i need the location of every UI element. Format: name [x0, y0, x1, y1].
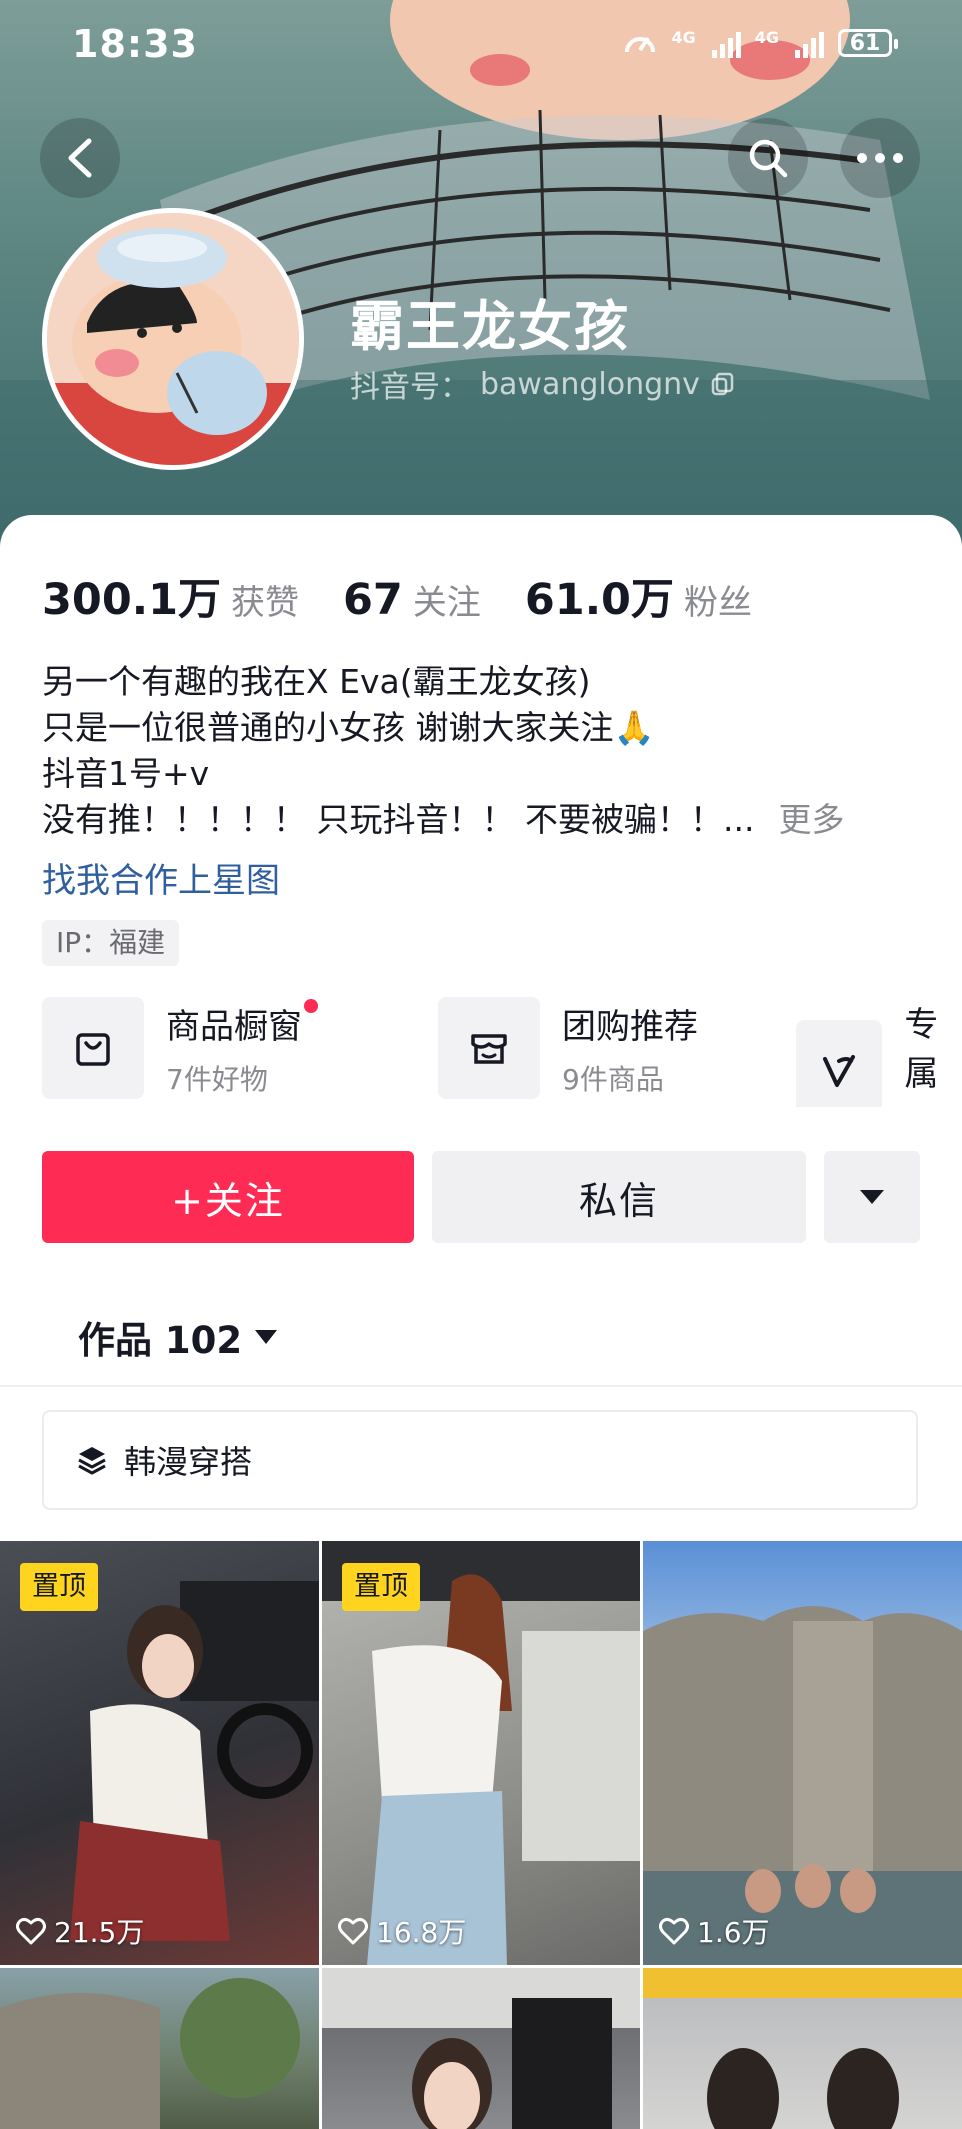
service-title: 专属: [904, 1005, 939, 1094]
douyin-id-label: 抖音号：: [350, 370, 470, 405]
service-exclusive[interactable]: 专属 抢先: [796, 997, 962, 1107]
network-type-1: 4G: [671, 28, 696, 47]
video-thumbnail: [0, 1978, 300, 2129]
service-icon-box: [796, 1020, 883, 1107]
bio-more-button[interactable]: 更多: [778, 800, 844, 839]
network-speed-icon: [625, 36, 656, 53]
layers-icon: [78, 1447, 106, 1475]
profile-card: 300.1万 获赞 67 关注 61.0万 粉丝 另一个有趣的我在X Eva(霸…: [0, 515, 962, 2129]
service-subtitle: 抢先: [904, 1105, 962, 1107]
copy-icon[interactable]: [710, 371, 736, 397]
more-options-button[interactable]: [840, 118, 920, 198]
video-tile[interactable]: [0, 1968, 319, 2129]
signal-icon-2: [795, 28, 824, 58]
video-likes: 16.8万: [338, 1911, 466, 1951]
following-count[interactable]: 67: [343, 575, 403, 625]
collection-entry[interactable]: 韩漫穿搭: [42, 1410, 918, 1510]
stats-row: 300.1万 获赞 67 关注 61.0万 粉丝: [42, 565, 796, 627]
video-grid: 置顶 21.5万 置顶 16.8万 1.6万: [0, 1541, 962, 2129]
avatar[interactable]: [42, 208, 304, 470]
status-time: 18:33: [72, 22, 198, 66]
service-subtitle: 7件好物: [166, 1062, 268, 1096]
ip-location-tag: IP：福建: [42, 920, 180, 966]
network-type-2: 4G: [754, 28, 779, 47]
heart-icon: [659, 1917, 689, 1945]
service-showcase[interactable]: 商品橱窗 7件好物: [42, 997, 318, 1099]
video-thumbnail: [322, 1968, 640, 2129]
service-title: 团购推荐: [562, 1006, 698, 1047]
tab-works[interactable]: 作品 102: [78, 1310, 278, 1364]
recommend-dropdown-button[interactable]: [824, 1151, 920, 1243]
more-horizontal-icon: [857, 153, 903, 163]
likes-count[interactable]: 300.1万: [42, 565, 221, 627]
video-tile[interactable]: [643, 1968, 962, 2129]
video-likes: 21.5万: [16, 1911, 144, 1951]
v-icon: [823, 1055, 856, 1087]
video-likes: 1.6万: [659, 1911, 770, 1951]
signal-icon: [711, 28, 741, 58]
battery-level: 61: [849, 30, 881, 56]
follow-button[interactable]: +关注: [42, 1151, 414, 1243]
pinned-badge: 置顶: [342, 1563, 420, 1611]
service-title: 商品橱窗: [166, 1006, 302, 1047]
status-icons: 4G 4G 61: [623, 28, 898, 58]
likes-count: 16.8万: [376, 1916, 467, 1949]
message-button[interactable]: 私信: [432, 1151, 806, 1243]
shop-icon: [471, 1034, 507, 1064]
collection-label: 韩漫穿搭: [124, 1443, 253, 1481]
battery-icon: 61: [838, 29, 898, 57]
bio-line-last: 没有推！！！！！ 只玩抖音！！ 不要被骗！！... 更多: [42, 797, 844, 843]
bio-line: 没有推！！！！！ 只玩抖音！！ 不要被骗！！...: [42, 800, 755, 839]
heart-icon: [338, 1917, 368, 1945]
service-icon-box: [42, 997, 144, 1099]
bio[interactable]: 另一个有趣的我在X Eva(霸王龙女孩) 只是一位很普通的小女孩 谢谢大家关注🙏…: [42, 659, 844, 843]
likes-count: 21.5万: [54, 1916, 145, 1949]
cooperation-link[interactable]: 找我合作上星图: [42, 853, 280, 902]
bio-line: 只是一位很普通的小女孩 谢谢大家关注🙏: [42, 708, 655, 747]
bag-icon: [76, 1033, 110, 1066]
divider: [0, 1385, 962, 1387]
bio-line: 抖音1号+v: [42, 754, 210, 793]
service-group-buy[interactable]: 团购推荐 9件商品: [438, 997, 698, 1099]
service-subtitle: 9件商品: [562, 1062, 664, 1096]
video-tile[interactable]: 置顶 16.8万: [322, 1541, 640, 1965]
triangle-down-icon: [255, 1330, 278, 1344]
following-label: 关注: [412, 583, 481, 623]
search-button[interactable]: [728, 118, 808, 198]
heart-icon: [16, 1917, 46, 1945]
video-tile[interactable]: 置顶 21.5万: [0, 1541, 319, 1965]
notification-dot: [304, 998, 318, 1013]
video-thumbnail: [643, 1606, 962, 1965]
service-icon-box: [438, 997, 540, 1099]
nickname: 霸王龙女孩: [350, 295, 630, 358]
followers-count[interactable]: 61.0万: [525, 565, 674, 627]
followers-label: 粉丝: [683, 583, 752, 623]
chevron-left-icon: [68, 138, 92, 178]
douyin-id-row[interactable]: 抖音号： bawanglongnv: [350, 362, 736, 406]
back-button[interactable]: [40, 118, 120, 198]
triangle-down-icon: [860, 1190, 884, 1204]
avatar-image: [47, 213, 299, 465]
services-row: 商品橱窗 7件好物 团购推荐 9件商品 专属: [42, 997, 962, 1107]
video-tile[interactable]: 1.6万: [643, 1541, 962, 1965]
likes-count: 1.6万: [697, 1916, 770, 1949]
tab-works-label: 作品 102: [78, 1319, 243, 1362]
video-tile[interactable]: [322, 1968, 640, 2129]
search-icon: [749, 139, 788, 178]
video-thumbnail: [643, 1968, 962, 2129]
likes-label: 获赞: [231, 583, 300, 623]
status-bar: 18:33 4G 4G 61: [0, 0, 962, 95]
douyin-id-value: bawanglongnv: [480, 366, 700, 402]
profile-cover: 18:33 4G 4G 61 霸王龙女孩 抖音号： bawanglongnv: [0, 0, 962, 560]
bio-line: 另一个有趣的我在X Eva(霸王龙女孩): [42, 662, 591, 701]
pinned-badge: 置顶: [20, 1563, 98, 1611]
